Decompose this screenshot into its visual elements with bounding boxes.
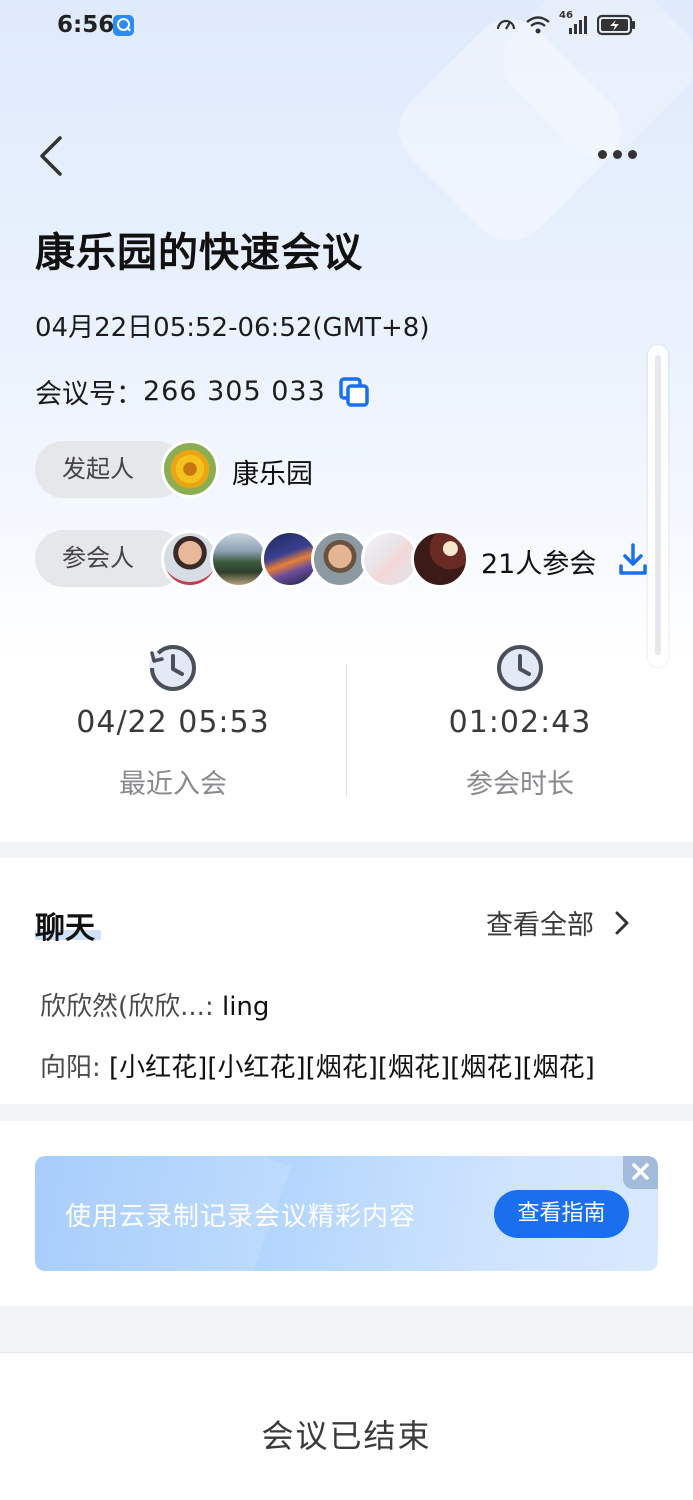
speed-icon <box>496 19 516 30</box>
last-join-label: 最近入会 <box>119 769 227 800</box>
chat-sender: 向阳: <box>40 1053 101 1083</box>
more-horizontal-icon <box>613 150 622 159</box>
status-time: 6:56 <box>57 12 115 38</box>
signal-icon: 46 <box>559 10 589 36</box>
view-guide-button[interactable]: 查看指南 <box>494 1190 629 1238</box>
initiator-name: 康乐园 <box>232 459 313 490</box>
banner-close-button[interactable] <box>623 1156 658 1189</box>
export-participants-button[interactable] <box>618 543 648 577</box>
meeting-id-value: 266 305 033 <box>143 376 326 407</box>
banner-text: 使用云录制记录会议精彩内容 <box>65 1202 417 1232</box>
meeting-ended-status: 会议已结束 <box>261 1417 432 1455</box>
chevron-right-icon <box>615 911 629 934</box>
footer: 会议已结束 <box>0 1352 693 1500</box>
more-horizontal-icon <box>628 150 637 159</box>
meeting-time-range: 04月22日05:52-06:52(GMT+8) <box>35 313 430 343</box>
download-icon <box>619 543 647 575</box>
view-all-label: 查看全部 <box>486 910 594 941</box>
meeting-title: 康乐园的快速会议 <box>35 230 363 276</box>
chat-card: 聊天 查看全部 欣欣然(欣欣...: ling 向阳: [小红花][小红花][烟… <box>0 858 693 1104</box>
stat-last-join: 04/22 05:53 最近入会 <box>23 643 323 801</box>
status-bar: 6:56 46 <box>0 0 693 56</box>
chat-title: 聊天 <box>35 911 95 946</box>
chat-message: 欣欣然(欣欣...: ling <box>40 986 269 1023</box>
battery-icon <box>597 14 635 36</box>
search-badge-icon <box>113 15 134 36</box>
scrollbar[interactable] <box>648 345 668 667</box>
wifi-icon <box>526 16 550 34</box>
meeting-header-area: 6:56 46 康乐园的快速会议 04月22日05:52-06:52(GMT+8… <box>0 0 693 842</box>
more-button[interactable] <box>596 146 640 166</box>
meeting-id-row: 会议号： 266 305 033 <box>35 372 370 411</box>
duration-label: 参会时长 <box>466 769 574 800</box>
chevron-left-icon <box>40 136 62 176</box>
stat-duration: 01:02:43 参会时长 <box>370 643 670 801</box>
initiator-avatar[interactable] <box>161 440 219 498</box>
more-horizontal-icon <box>598 150 607 159</box>
scrollbar-track <box>655 355 661 655</box>
participant-avatar[interactable] <box>411 530 469 588</box>
chat-sender: 欣欣然(欣欣...: <box>40 992 214 1022</box>
copy-icon <box>339 376 369 407</box>
duration-value: 01:02:43 <box>448 705 592 740</box>
chat-text: [小红花][小红花][烟花][烟花][烟花][烟花] <box>100 1053 595 1083</box>
close-icon <box>632 1163 649 1180</box>
status-icons: 46 <box>495 10 637 36</box>
meeting-id-label: 会议号： <box>35 379 143 410</box>
copy-button[interactable] <box>338 376 370 408</box>
last-join-value: 04/22 05:53 <box>76 705 270 740</box>
clock-icon <box>495 643 545 693</box>
participants-count[interactable]: 21人参会 <box>481 542 596 581</box>
history-icon <box>148 643 198 693</box>
chat-text: ling <box>213 992 270 1022</box>
cloud-recording-banner[interactable]: 使用云录制记录会议精彩内容 查看指南 <box>35 1156 658 1271</box>
stat-divider <box>346 664 347 797</box>
participant-avatar[interactable] <box>210 530 268 588</box>
cloud-recording-card: 使用云录制记录会议精彩内容 查看指南 <box>0 1121 693 1306</box>
back-button[interactable] <box>36 134 70 178</box>
view-all-chat-button[interactable]: 查看全部 <box>486 903 636 942</box>
chat-message: 向阳: [小红花][小红花][烟花][烟花][烟花][烟花] <box>40 1047 595 1084</box>
